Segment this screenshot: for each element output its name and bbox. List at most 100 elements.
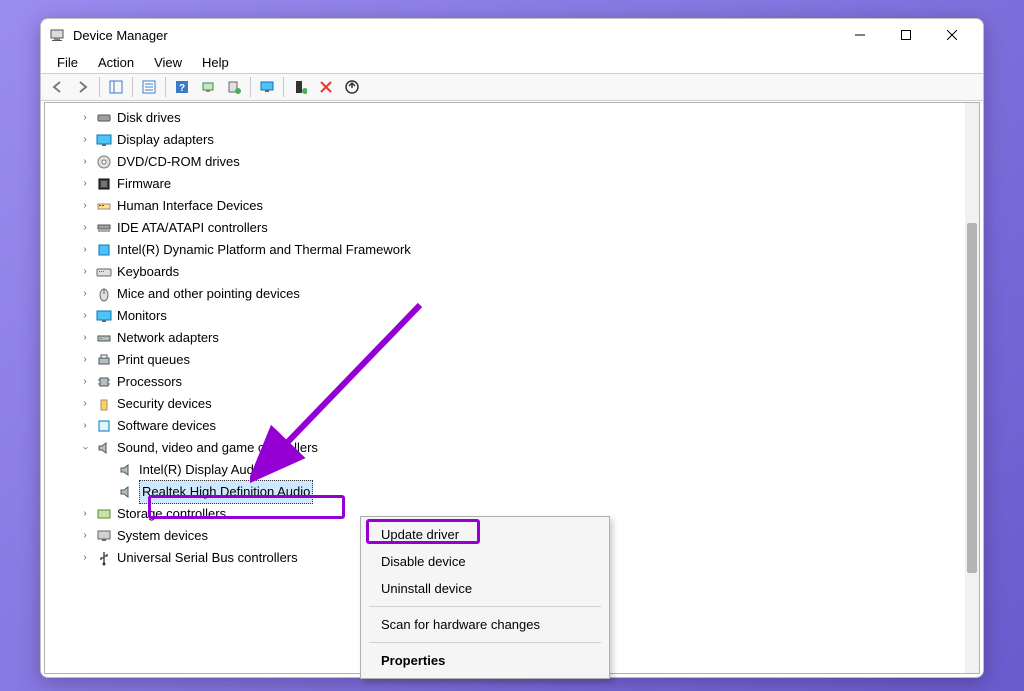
display-icon bbox=[95, 132, 113, 148]
tree-item-label: Processors bbox=[117, 371, 182, 393]
scrollbar-thumb[interactable] bbox=[967, 223, 977, 573]
properties-button[interactable] bbox=[137, 76, 161, 98]
monitor-button[interactable] bbox=[255, 76, 279, 98]
chevron-right-icon[interactable]: › bbox=[79, 173, 91, 195]
tree-item-label: System devices bbox=[117, 525, 208, 547]
tree-item-label: Firmware bbox=[117, 173, 171, 195]
ctx-properties[interactable]: Properties bbox=[363, 647, 607, 674]
tree-item-label: Disk drives bbox=[117, 107, 181, 129]
tree-item-security[interactable]: › Security devices bbox=[45, 393, 979, 415]
monitor-icon bbox=[95, 308, 113, 324]
tree-item-processors[interactable]: › Processors bbox=[45, 371, 979, 393]
ide-icon bbox=[95, 220, 113, 236]
minimize-button[interactable] bbox=[837, 20, 883, 50]
tree-item-monitors[interactable]: › Monitors bbox=[45, 305, 979, 327]
ctx-scan-hardware[interactable]: Scan for hardware changes bbox=[363, 611, 607, 638]
tree-item-label: Universal Serial Bus controllers bbox=[117, 547, 298, 569]
tree-item-label: Software devices bbox=[117, 415, 216, 437]
chevron-down-icon[interactable]: › bbox=[74, 442, 96, 454]
context-menu: Update driver Disable device Uninstall d… bbox=[360, 516, 610, 679]
tree-item-keyboards[interactable]: › Keyboards bbox=[45, 261, 979, 283]
chevron-right-icon[interactable]: › bbox=[79, 327, 91, 349]
context-separator bbox=[369, 642, 601, 643]
chevron-right-icon[interactable]: › bbox=[79, 107, 91, 129]
tree-item-label: Display adapters bbox=[117, 129, 214, 151]
network-icon bbox=[95, 330, 113, 346]
tree-item-label: IDE ATA/ATAPI controllers bbox=[117, 217, 268, 239]
toolbar-separator bbox=[283, 77, 284, 97]
chevron-right-icon[interactable]: › bbox=[79, 349, 91, 371]
close-button[interactable] bbox=[929, 20, 975, 50]
uninstall-device-button[interactable] bbox=[340, 76, 364, 98]
storage-icon bbox=[95, 506, 113, 522]
speaker-icon bbox=[117, 462, 135, 478]
menubar: File Action View Help bbox=[41, 51, 983, 73]
tree-item-label: Security devices bbox=[117, 393, 212, 415]
scan-hardware-button[interactable] bbox=[196, 76, 220, 98]
tree-item-label: Intel(R) Display Audio bbox=[139, 459, 264, 481]
tree-item-intel-dptf[interactable]: › Intel(R) Dynamic Platform and Thermal … bbox=[45, 239, 979, 261]
enable-device-button[interactable] bbox=[288, 76, 312, 98]
security-icon bbox=[95, 396, 113, 412]
chevron-right-icon[interactable]: › bbox=[79, 415, 91, 437]
menu-help[interactable]: Help bbox=[192, 53, 239, 72]
tree-item-firmware[interactable]: › Firmware bbox=[45, 173, 979, 195]
tree-item-print-queues[interactable]: › Print queues bbox=[45, 349, 979, 371]
toolbar-separator bbox=[132, 77, 133, 97]
tree-item-software-devices[interactable]: › Software devices bbox=[45, 415, 979, 437]
context-separator bbox=[369, 606, 601, 607]
device-tree[interactable]: › Disk drives › Display adapters › DVD/C… bbox=[45, 103, 979, 573]
hid-icon bbox=[95, 198, 113, 214]
keyboard-icon bbox=[95, 264, 113, 280]
chevron-right-icon[interactable]: › bbox=[79, 217, 91, 239]
chevron-right-icon[interactable]: › bbox=[79, 283, 91, 305]
tree-item-label: Storage controllers bbox=[117, 503, 226, 525]
tree-item-ide[interactable]: › IDE ATA/ATAPI controllers bbox=[45, 217, 979, 239]
ctx-disable-device[interactable]: Disable device bbox=[363, 548, 607, 575]
titlebar: Device Manager bbox=[41, 19, 983, 51]
update-driver-button[interactable] bbox=[222, 76, 246, 98]
disk-icon bbox=[95, 110, 113, 126]
chevron-right-icon[interactable]: › bbox=[79, 129, 91, 151]
menu-view[interactable]: View bbox=[144, 53, 192, 72]
menu-file[interactable]: File bbox=[47, 53, 88, 72]
tree-item-network[interactable]: › Network adapters bbox=[45, 327, 979, 349]
tree-item-sound[interactable]: › Sound, video and game controllers bbox=[45, 437, 979, 459]
speaker-icon bbox=[95, 440, 113, 456]
chevron-right-icon[interactable]: › bbox=[79, 239, 91, 261]
chevron-right-icon[interactable]: › bbox=[79, 547, 91, 569]
tree-item-intel-display-audio[interactable]: Intel(R) Display Audio bbox=[45, 459, 979, 481]
tree-item-label: Monitors bbox=[117, 305, 167, 327]
chevron-right-icon[interactable]: › bbox=[79, 195, 91, 217]
toolbar: ? bbox=[41, 73, 983, 101]
chevron-right-icon[interactable]: › bbox=[79, 393, 91, 415]
chevron-right-icon[interactable]: › bbox=[79, 261, 91, 283]
help-button[interactable]: ? bbox=[170, 76, 194, 98]
tree-item-realtek-audio[interactable]: Realtek High Definition Audio bbox=[45, 481, 979, 503]
menu-action[interactable]: Action bbox=[88, 53, 144, 72]
system-icon bbox=[95, 528, 113, 544]
chevron-right-icon[interactable]: › bbox=[79, 371, 91, 393]
chevron-right-icon[interactable]: › bbox=[79, 503, 91, 525]
back-button[interactable] bbox=[45, 76, 69, 98]
show-hide-tree-button[interactable] bbox=[104, 76, 128, 98]
forward-button[interactable] bbox=[71, 76, 95, 98]
dvd-icon bbox=[95, 154, 113, 170]
tree-item-label: Keyboards bbox=[117, 261, 179, 283]
chevron-right-icon[interactable]: › bbox=[79, 151, 91, 173]
maximize-button[interactable] bbox=[883, 20, 929, 50]
tree-item-disk-drives[interactable]: › Disk drives bbox=[45, 107, 979, 129]
tree-item-mice[interactable]: › Mice and other pointing devices bbox=[45, 283, 979, 305]
tree-item-hid[interactable]: › Human Interface Devices bbox=[45, 195, 979, 217]
tree-item-dvd[interactable]: › DVD/CD-ROM drives bbox=[45, 151, 979, 173]
app-icon bbox=[49, 27, 65, 43]
ctx-uninstall-device[interactable]: Uninstall device bbox=[363, 575, 607, 602]
toolbar-separator bbox=[165, 77, 166, 97]
vertical-scrollbar[interactable] bbox=[965, 103, 979, 673]
tree-item-display-adapters[interactable]: › Display adapters bbox=[45, 129, 979, 151]
ctx-update-driver[interactable]: Update driver bbox=[363, 521, 607, 548]
chevron-right-icon[interactable]: › bbox=[79, 305, 91, 327]
chip-icon bbox=[95, 242, 113, 258]
disable-device-button[interactable] bbox=[314, 76, 338, 98]
chevron-right-icon[interactable]: › bbox=[79, 525, 91, 547]
